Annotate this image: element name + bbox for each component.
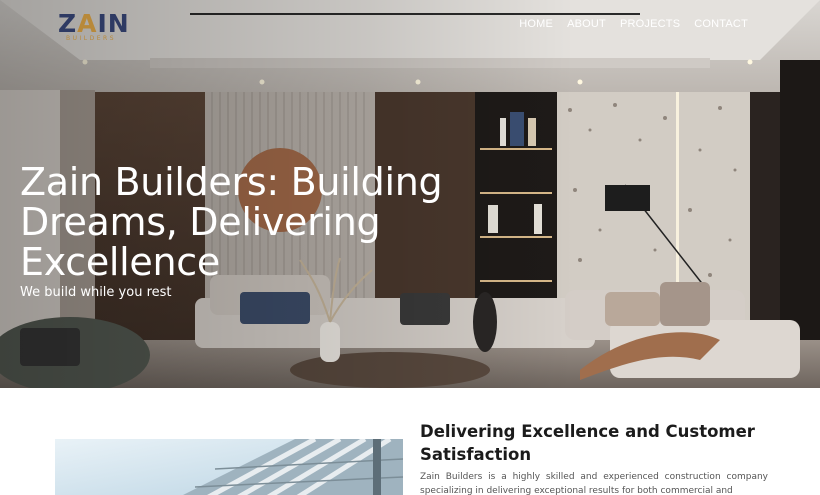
hero-subtitle: We build while you rest [20, 285, 172, 300]
building-photo [55, 439, 403, 495]
main-nav: HOME ABOUT PROJECTS CONTACT [519, 18, 748, 30]
about-section: Delivering Excellence and Customer Satis… [0, 388, 820, 495]
logo-subtext: BUILDERS [66, 35, 117, 42]
nav-about-link[interactable]: ABOUT [567, 18, 606, 30]
hero-section: ZAIN BUILDERS HOME ABOUT PROJECTS CONTAC… [0, 0, 820, 388]
logo-wordmark: ZAIN [58, 10, 130, 38]
about-title: Delivering Excellence and Customer Satis… [420, 422, 755, 464]
about-text: Zain Builders is a highly skilled and ex… [420, 472, 768, 495]
hero-title: Zain Builders: Building Dreams, Deliveri… [20, 160, 443, 284]
nav-home-link[interactable]: HOME [519, 18, 553, 30]
logo-letter-z: Z [58, 9, 78, 38]
logo-letters-in: IN [97, 9, 130, 38]
nav-projects-link[interactable]: PROJECTS [620, 18, 680, 30]
logo-letter-a: A [77, 9, 98, 38]
nav-contact-link[interactable]: CONTACT [694, 18, 748, 30]
brand-logo[interactable]: ZAIN BUILDERS [58, 10, 129, 44]
